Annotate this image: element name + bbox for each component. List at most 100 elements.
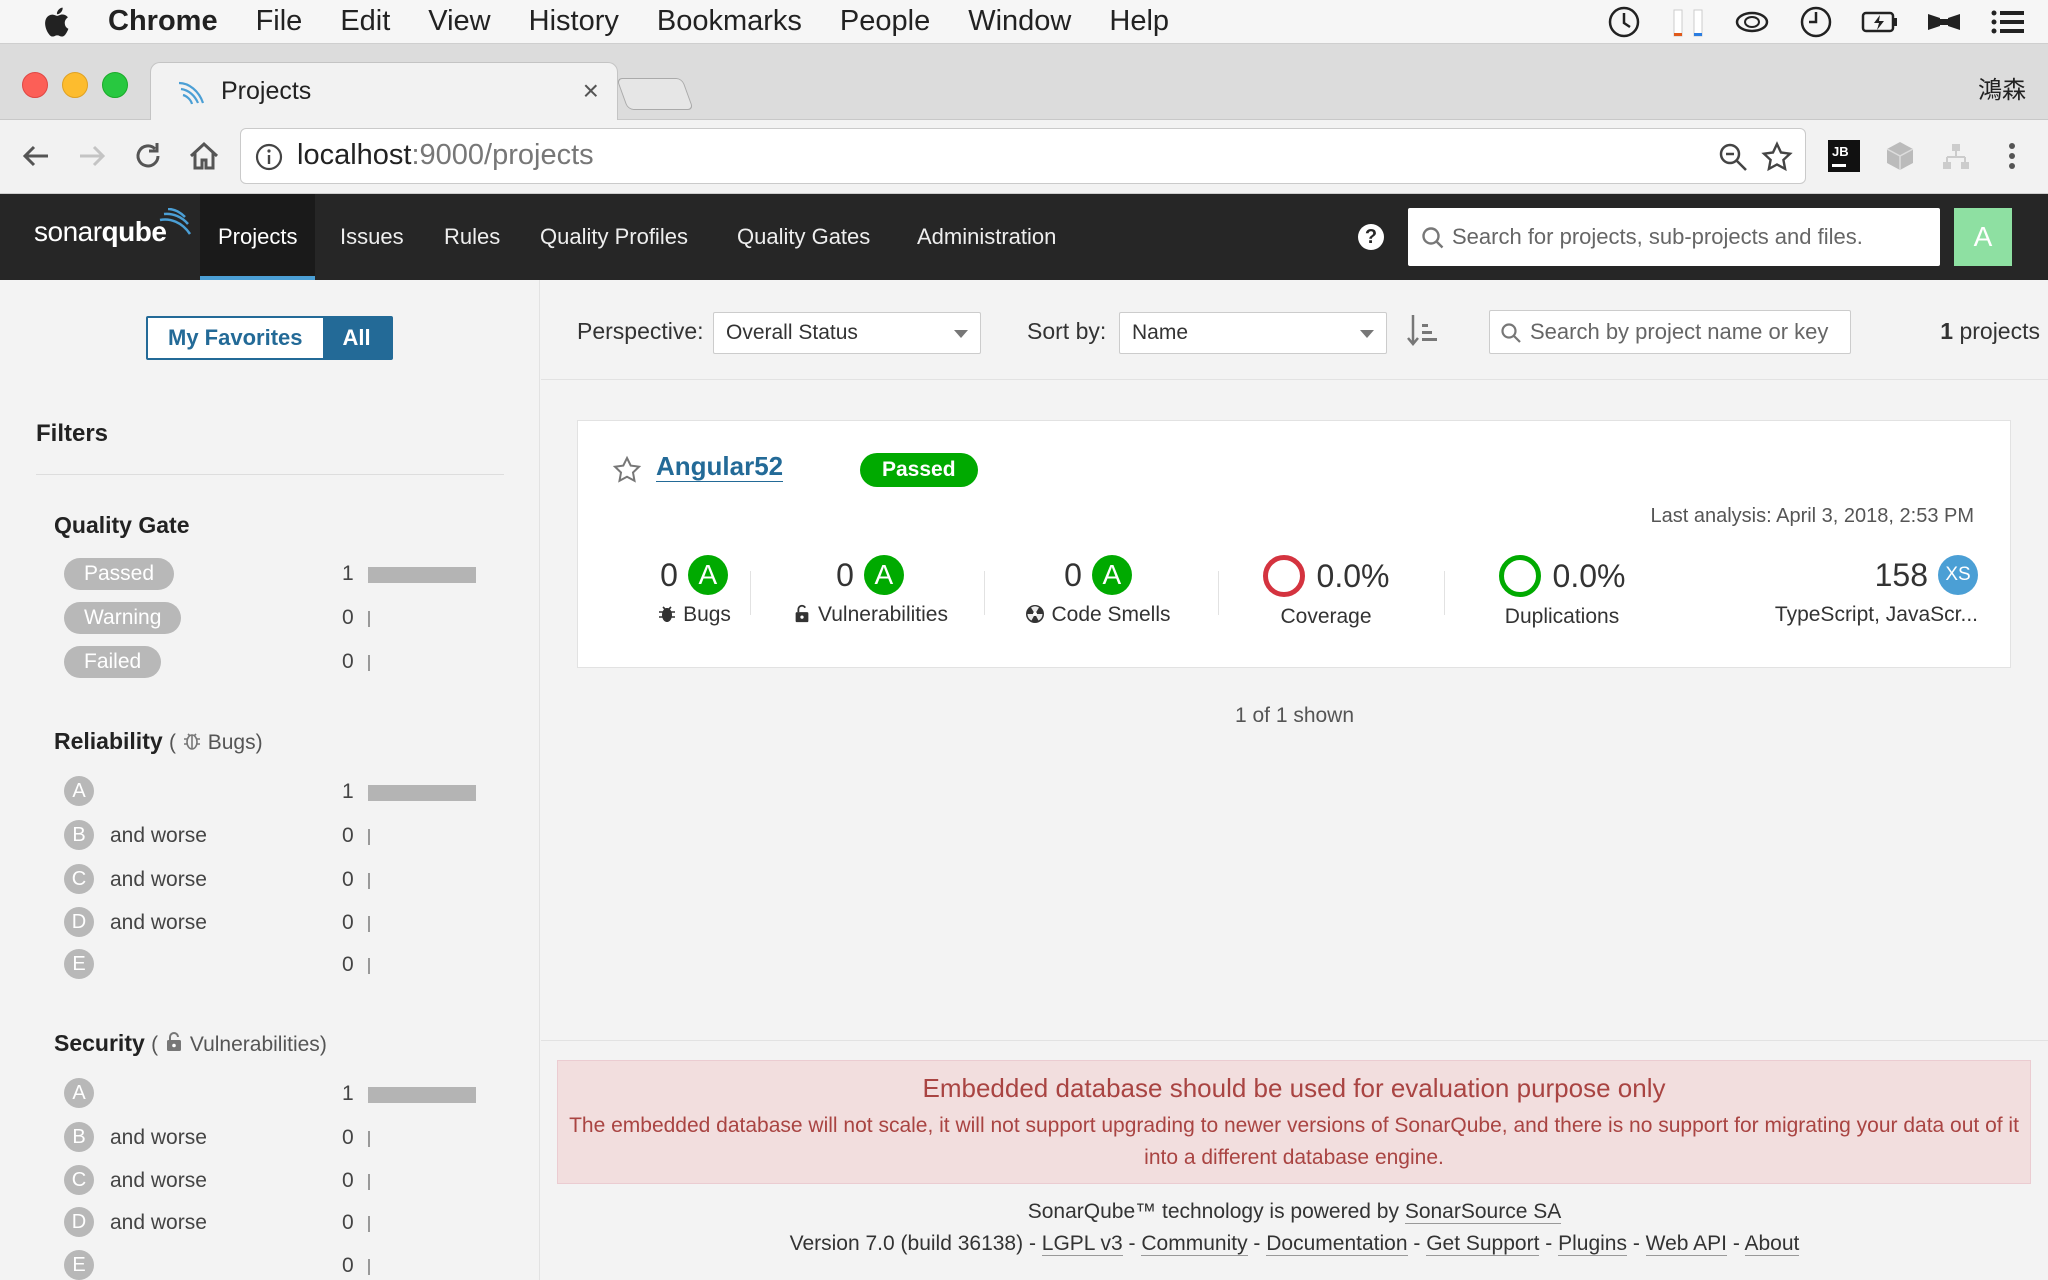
filter-gate-failed[interactable]: Failed xyxy=(64,646,162,678)
metric-bugs[interactable]: 0A Bugs xyxy=(624,555,764,627)
zoom-icon[interactable] xyxy=(1717,141,1749,173)
footer-link-documentation[interactable]: Documentation xyxy=(1266,1232,1408,1256)
jetbrains-extension-icon[interactable]: JB xyxy=(1826,138,1862,174)
dups-value[interactable]: 0.0% xyxy=(1553,558,1626,595)
dups-label: Duplications xyxy=(1504,605,1620,628)
bookmark-star-icon[interactable] xyxy=(1761,141,1793,173)
site-info-icon[interactable] xyxy=(255,143,283,171)
menu-history[interactable]: History xyxy=(529,5,619,38)
favorite-star-icon[interactable] xyxy=(612,455,642,485)
reliability-rating-d[interactable]: D xyxy=(64,907,94,937)
footer-link-plugins[interactable]: Plugins xyxy=(1558,1232,1627,1256)
menu-window[interactable]: Window xyxy=(968,5,1071,38)
footer-powered: SonarQube™ technology is powered by Sona… xyxy=(1027,1200,1562,1224)
reliability-rating-c[interactable]: C xyxy=(64,864,94,894)
profile-name[interactable]: 鴻森 xyxy=(1978,70,2026,105)
vulns-value[interactable]: 0 xyxy=(836,557,854,594)
reliability-rating-b[interactable]: B xyxy=(64,820,94,850)
metric-vulnerabilities[interactable]: 0A Vulnerabilities xyxy=(782,555,958,627)
global-search-input[interactable] xyxy=(1452,218,1922,256)
back-icon[interactable] xyxy=(18,138,54,174)
security-rating-b[interactable]: B xyxy=(64,1122,94,1152)
perspective-select[interactable]: Overall Status xyxy=(713,312,981,354)
mirroring-icon[interactable] xyxy=(1924,4,1964,40)
project-search[interactable] xyxy=(1489,310,1851,354)
nav-quality-profiles[interactable]: Quality Profiles xyxy=(522,194,706,280)
security-rating-a[interactable]: A xyxy=(64,1078,94,1108)
footer-link-community[interactable]: Community xyxy=(1141,1232,1248,1256)
home-icon[interactable] xyxy=(186,138,222,174)
chrome-menu-icon[interactable] xyxy=(1994,138,2030,174)
security-rating-d[interactable]: D xyxy=(64,1207,94,1237)
my-favorites-button[interactable]: My Favorites xyxy=(148,318,323,358)
metric-code-smells[interactable]: 0A Code Smells xyxy=(1014,555,1182,627)
filter-gate-passed[interactable]: Passed xyxy=(64,558,175,590)
footer-link-license[interactable]: LGPL v3 xyxy=(1041,1232,1123,1256)
footer-link-support[interactable]: Get Support xyxy=(1426,1232,1540,1256)
tab-close-icon[interactable]: × xyxy=(583,75,599,107)
battery-icon[interactable] xyxy=(1860,4,1900,40)
help-icon[interactable]: ? xyxy=(1358,224,1384,250)
reload-icon[interactable] xyxy=(130,138,166,174)
coverage-value[interactable]: 0.0% xyxy=(1317,558,1390,595)
footer-link-webapi[interactable]: Web API xyxy=(1645,1232,1727,1256)
cube-extension-icon[interactable] xyxy=(1882,138,1918,174)
menu-help[interactable]: Help xyxy=(1109,5,1169,38)
sort-direction-icon[interactable] xyxy=(1407,312,1439,348)
sonarqube-logo[interactable]: sonarqube xyxy=(34,208,192,248)
forward-icon[interactable] xyxy=(74,138,110,174)
menu-bookmarks[interactable]: Bookmarks xyxy=(657,5,802,38)
footer-link-about[interactable]: About xyxy=(1744,1232,1800,1256)
metric-coverage[interactable]: 0.0% Coverage xyxy=(1248,555,1404,629)
nav-administration[interactable]: Administration xyxy=(899,194,1074,280)
menu-app-chrome[interactable]: Chrome xyxy=(108,5,218,38)
filter-bar xyxy=(368,567,476,583)
warning-body: The embedded database will not scale, it… xyxy=(569,1114,2019,1169)
cpu-meter-icon[interactable] xyxy=(1668,4,1708,40)
cloud-sync-icon[interactable] xyxy=(1732,4,1772,40)
nav-issues[interactable]: Issues xyxy=(322,194,422,280)
time-machine-icon[interactable] xyxy=(1604,4,1644,40)
window-minimize-button[interactable] xyxy=(62,72,88,98)
menu-view[interactable]: View xyxy=(428,5,490,38)
sort-select[interactable]: Name xyxy=(1119,312,1387,354)
ncloc-value[interactable]: 158 xyxy=(1875,557,1928,594)
nav-projects[interactable]: Projects xyxy=(200,194,316,280)
all-button[interactable]: All xyxy=(322,318,391,358)
list-menu-icon[interactable] xyxy=(1988,4,2028,40)
reliability-rating-a[interactable]: A xyxy=(64,776,94,806)
window-close-button[interactable] xyxy=(22,72,48,98)
smells-value[interactable]: 0 xyxy=(1064,557,1082,594)
security-rating-e[interactable]: E xyxy=(64,1250,94,1280)
address-bar[interactable]: localhost:9000/projects xyxy=(240,128,1806,184)
menu-people[interactable]: People xyxy=(840,5,930,38)
url-text[interactable]: localhost:9000/projects xyxy=(297,139,594,172)
metric-size[interactable]: 158 XS TypeScript, JavaScr... xyxy=(1702,555,1978,627)
project-card: Angular52 Passed Last analysis: April 3,… xyxy=(577,420,2011,668)
nav-rules[interactable]: Rules xyxy=(426,194,518,280)
sonarsource-link[interactable]: SonarSource SA xyxy=(1404,1200,1562,1224)
global-search[interactable] xyxy=(1408,208,1940,266)
sort-by-label: Sort by: xyxy=(1027,318,1107,344)
security-rating-c[interactable]: C xyxy=(64,1165,94,1195)
size-badge: XS xyxy=(1938,555,1978,595)
smells-label: Code Smells xyxy=(1014,603,1182,627)
bugs-value[interactable]: 0 xyxy=(660,557,678,594)
nav-quality-gates[interactable]: Quality Gates xyxy=(719,194,888,280)
menu-edit[interactable]: Edit xyxy=(340,5,390,38)
filters-heading: Filters xyxy=(36,420,109,447)
clock-icon[interactable] xyxy=(1796,4,1836,40)
and-worse-label: and worse xyxy=(110,1211,207,1234)
menu-file[interactable]: File xyxy=(256,5,303,38)
sitemap-extension-icon[interactable] xyxy=(1938,138,1974,174)
user-avatar[interactable]: A xyxy=(1954,208,2012,266)
project-search-input[interactable] xyxy=(1530,317,1840,347)
filter-gate-warning[interactable]: Warning xyxy=(64,602,182,634)
reliability-rating-e[interactable]: E xyxy=(64,949,94,979)
window-zoom-button[interactable] xyxy=(102,72,128,98)
tab-projects[interactable]: Projects × xyxy=(150,62,618,120)
project-name-link[interactable]: Angular52 xyxy=(656,451,784,482)
metric-duplications[interactable]: 0.0% Duplications xyxy=(1478,555,1646,629)
apple-icon[interactable] xyxy=(40,4,76,40)
new-tab-button[interactable] xyxy=(616,78,694,110)
